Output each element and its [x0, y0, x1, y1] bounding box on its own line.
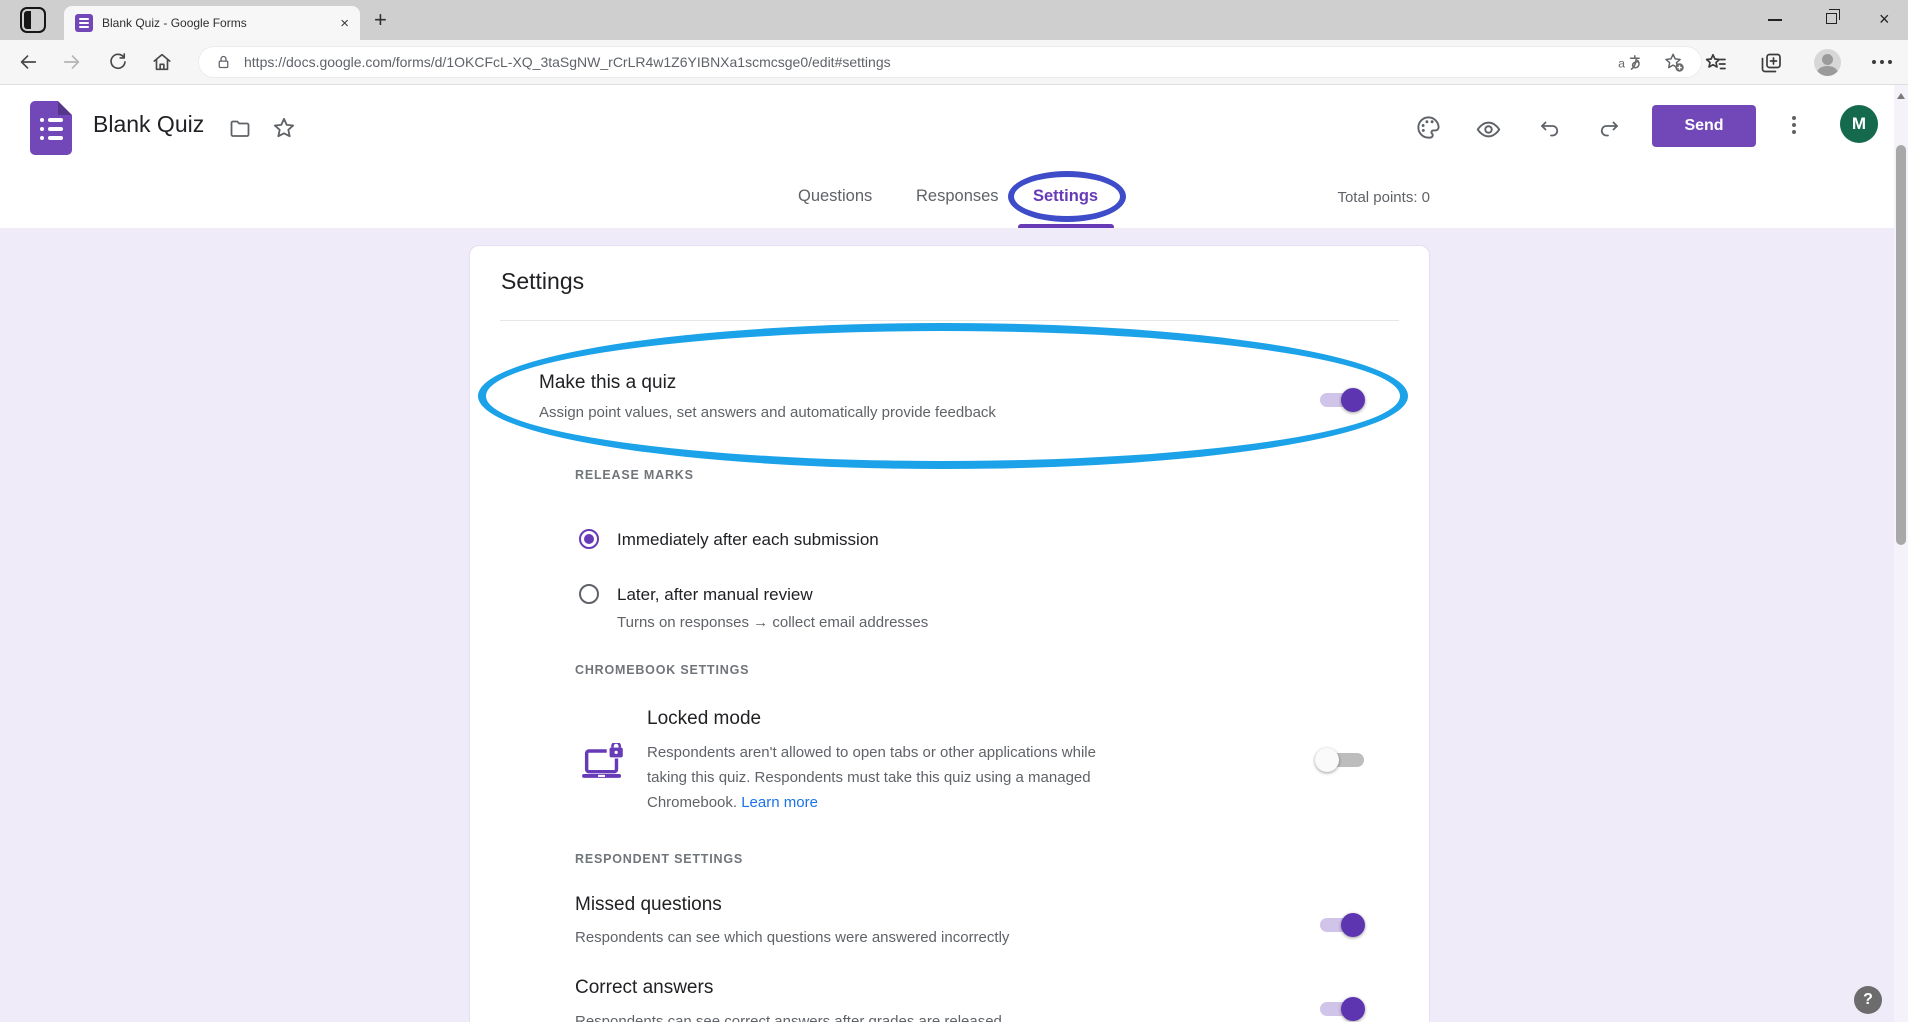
redo-icon[interactable] — [1597, 118, 1621, 142]
settings-card: Settings Make this a quiz Assign point v… — [469, 245, 1430, 1022]
scrollbar-thumb[interactable] — [1896, 145, 1906, 545]
total-points-label: Total points: 0 — [1337, 189, 1430, 206]
tab-actions-menu-icon[interactable] — [20, 7, 46, 33]
more-options-kebab-icon[interactable] — [1792, 116, 1796, 120]
browser-tab-strip: Blank Quiz - Google Forms × + × — [0, 0, 1908, 40]
star-icon[interactable] — [271, 115, 297, 141]
svg-text:a: a — [1618, 56, 1625, 70]
theme-palette-icon[interactable] — [1415, 114, 1442, 141]
missed-questions-toggle[interactable] — [1315, 912, 1365, 938]
help-button[interactable]: ? — [1854, 986, 1882, 1014]
browser-tab[interactable]: Blank Quiz - Google Forms × — [64, 6, 360, 40]
settings-heading: Settings — [501, 268, 584, 295]
radio-later[interactable] — [579, 584, 599, 604]
locked-mode-laptop-lock-icon — [582, 743, 628, 782]
forms-header: Blank Quiz Send M — [0, 85, 1908, 170]
lock-icon — [215, 54, 232, 71]
document-title[interactable]: Blank Quiz — [93, 111, 204, 138]
page-scrollbar[interactable] — [1894, 85, 1908, 1022]
correct-answers-title: Correct answers — [575, 977, 713, 999]
radio-later-label[interactable]: Later, after manual review — [617, 585, 813, 605]
annotation-ellipse-make-quiz — [478, 323, 1408, 469]
locked-mode-title: Locked mode — [647, 708, 761, 730]
correct-answers-toggle[interactable] — [1315, 996, 1365, 1022]
radio-immediately-label[interactable]: Immediately after each submission — [617, 530, 879, 550]
respondent-settings-header: RESPONDENT SETTINGS — [575, 852, 743, 866]
locked-mode-desc-line3: Chromebook. Learn more — [647, 790, 818, 815]
form-nav: Questions Responses Settings Total point… — [0, 170, 1908, 228]
window-restore-button[interactable] — [1826, 13, 1837, 24]
url-text: https://docs.google.com/forms/d/1OKCFcL-… — [244, 54, 891, 70]
scroll-up-arrow-icon[interactable] — [1897, 93, 1905, 99]
browser-menu-ellipsis-icon[interactable] — [1872, 60, 1876, 64]
locked-mode-desc-line1: Respondents aren't allowed to open tabs … — [647, 740, 1096, 765]
tab-title: Blank Quiz - Google Forms — [102, 16, 332, 30]
release-marks-header: RELEASE MARKS — [575, 468, 694, 482]
tab-questions[interactable]: Questions — [798, 187, 872, 206]
send-button[interactable]: Send — [1652, 105, 1756, 147]
home-icon[interactable] — [151, 51, 173, 73]
radio-later-note: Turns on responses → collect email addre… — [617, 614, 928, 631]
correct-answers-subtitle: Respondents can see correct answers afte… — [575, 1013, 1002, 1022]
browser-window: Blank Quiz - Google Forms × + × https://… — [0, 0, 1908, 1022]
locked-mode-toggle[interactable] — [1315, 747, 1365, 773]
learn-more-link[interactable]: Learn more — [741, 794, 818, 811]
collections-icon[interactable] — [1759, 51, 1783, 75]
back-icon[interactable] — [17, 51, 39, 73]
undo-icon[interactable] — [1538, 118, 1562, 142]
browser-profile-avatar[interactable] — [1814, 49, 1841, 76]
new-tab-button[interactable]: + — [374, 6, 387, 34]
chromebook-settings-header: CHROMEBOOK SETTINGS — [575, 663, 749, 677]
missed-questions-title: Missed questions — [575, 894, 722, 916]
translate-icon[interactable]: a — [1618, 52, 1643, 73]
browser-toolbar: https://docs.google.com/forms/d/1OKCFcL-… — [0, 40, 1908, 85]
add-favorite-star-icon[interactable] — [1663, 51, 1685, 73]
page-content: Settings Make this a quiz Assign point v… — [0, 228, 1908, 1022]
radio-immediately[interactable] — [579, 529, 599, 549]
forward-icon[interactable] — [61, 51, 83, 73]
tab-responses[interactable]: Responses — [916, 187, 999, 206]
window-minimize-button[interactable] — [1768, 19, 1782, 21]
google-forms-favicon-icon — [75, 14, 93, 32]
window-close-button[interactable]: × — [1879, 9, 1890, 29]
favorites-icon[interactable] — [1704, 51, 1728, 75]
refresh-icon[interactable] — [107, 51, 129, 73]
missed-questions-subtitle: Respondents can see which questions were… — [575, 929, 1009, 946]
google-forms-logo-icon[interactable] — [30, 101, 72, 155]
preview-eye-icon[interactable] — [1475, 116, 1502, 143]
annotation-ellipse-settings-tab — [1008, 171, 1126, 222]
tab-close-icon[interactable]: × — [340, 16, 349, 31]
account-avatar[interactable]: M — [1840, 105, 1878, 143]
locked-mode-desc-line3-text: Chromebook. — [647, 794, 737, 811]
address-bar[interactable]: https://docs.google.com/forms/d/1OKCFcL-… — [198, 46, 1702, 78]
divider — [500, 320, 1399, 321]
move-to-folder-icon[interactable] — [228, 117, 252, 141]
locked-mode-desc-line2: taking this quiz. Respondents must take … — [647, 765, 1091, 790]
